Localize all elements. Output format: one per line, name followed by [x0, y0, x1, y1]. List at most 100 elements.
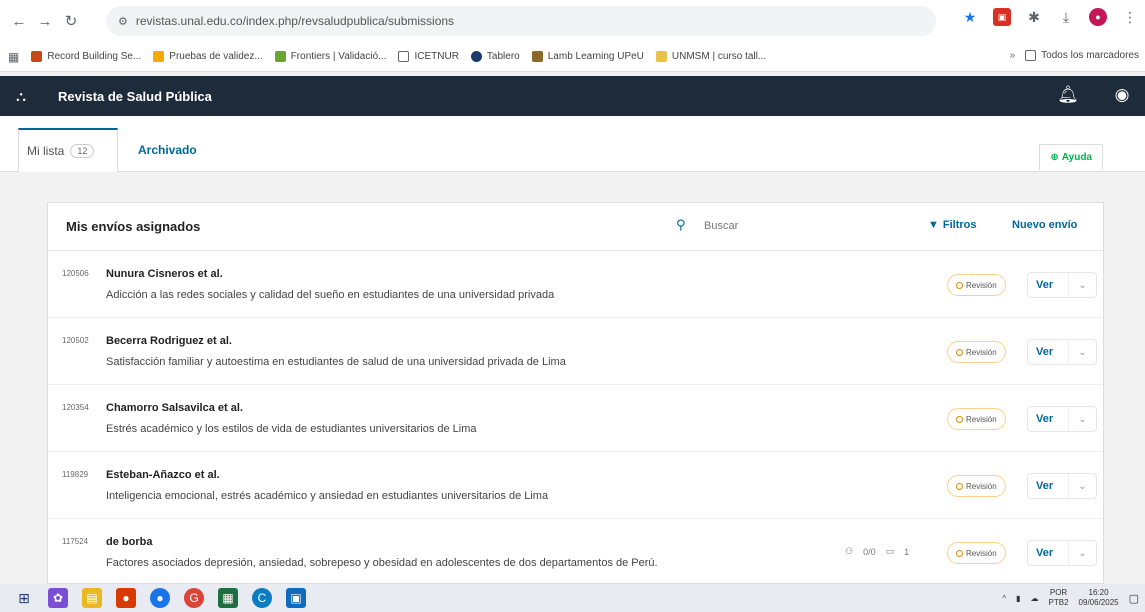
browser-toolbar: ← → ↻ ⚙ revistas.unal.edu.co/index.php/r… — [0, 0, 1145, 42]
submission-id: 119829 — [62, 470, 89, 479]
submission-title: Satisfacción familiar y autoestima en es… — [106, 356, 566, 368]
submission-title: Inteligencia emocional, estrés académico… — [106, 490, 549, 502]
tray-chevron-icon[interactable]: ^ — [1002, 594, 1006, 603]
reviews-count: 0/0 — [863, 546, 876, 557]
discussions-count: 1 — [904, 546, 910, 557]
bookmark-favicon-icon — [470, 51, 482, 62]
app-header: ⛬ Revista de Salud Pública 🔔︎ ◉ — [0, 76, 1145, 116]
view-button-group: Ver ⌄ — [1027, 406, 1097, 432]
extensions-icon[interactable]: ✱ — [1025, 8, 1043, 26]
journal-title[interactable]: Revista de Salud Pública — [58, 89, 212, 104]
network-icon[interactable]: ▮ — [1016, 594, 1020, 603]
view-button-group: Ver ⌄ — [1027, 339, 1097, 365]
filters-button[interactable]: ▼ Filtros — [928, 219, 977, 231]
office-icon[interactable]: ● — [116, 588, 136, 608]
status-badge: Revisión — [947, 341, 1006, 363]
all-bookmarks-folder[interactable]: Todos los marcadores — [1025, 50, 1139, 61]
chevron-down-icon[interactable]: ⌄ — [1068, 541, 1096, 565]
submission-author: Nunura Cisneros et al. — [106, 268, 223, 280]
view-button[interactable]: Ver — [1028, 346, 1068, 358]
menu-icon[interactable]: ⋮ — [1121, 8, 1139, 26]
user-icon[interactable]: ◉ — [1111, 84, 1133, 106]
sitemap-icon[interactable]: ⛬ — [6, 76, 36, 116]
panel-title: Mis envíos asignados — [66, 219, 201, 234]
status-badge: Revisión — [947, 408, 1006, 430]
list-item: 119829 Esteban-Añazco et al. Inteligenci… — [48, 452, 1103, 519]
status-badge: Revisión — [947, 274, 1006, 296]
view-button[interactable]: Ver — [1028, 413, 1068, 425]
view-button[interactable]: Ver — [1028, 480, 1068, 492]
search-icon[interactable]: ⚲ — [676, 217, 690, 232]
windows-start-icon[interactable]: ⊞ — [14, 588, 34, 608]
bookmark-favicon-icon — [153, 51, 165, 62]
folder-icon — [1025, 50, 1037, 61]
extension-pdf-icon[interactable]: ▣ — [993, 8, 1011, 26]
file-explorer-icon[interactable]: ▤ — [82, 588, 102, 608]
main-content: Mi lista 12 Archivado ⊕ Ayuda Mis envíos… — [0, 116, 1145, 586]
forward-icon[interactable]: → — [32, 8, 58, 34]
bookmark-item[interactable]: Frontiers | Validació... — [274, 51, 386, 62]
chevron-down-icon[interactable]: ⌄ — [1068, 474, 1096, 498]
chrome-profile-icon[interactable]: G — [184, 588, 204, 608]
download-icon[interactable]: ⤓ — [1057, 8, 1075, 26]
cloud-icon[interactable]: ☁ — [1031, 594, 1039, 603]
view-button[interactable]: Ver — [1028, 547, 1068, 559]
bookmark-favicon-icon — [274, 51, 286, 62]
submission-indicators: ⚇ 0/0 ▭ 1 — [845, 546, 909, 557]
bookmark-star-icon[interactable]: ★ — [961, 8, 979, 26]
status-dot-icon — [956, 348, 963, 356]
bookmark-item[interactable]: Lamb Learning UPeU — [531, 51, 644, 62]
bookmarks-overflow-icon[interactable]: » — [1010, 50, 1016, 61]
url-text: revistas.unal.edu.co/index.php/revsaludp… — [135, 14, 455, 28]
status-dot-icon — [956, 549, 963, 557]
reviewers-icon: ⚇ — [845, 546, 854, 556]
site-info-icon[interactable]: ⚙ — [118, 15, 128, 28]
bookmark-item[interactable]: UNMSM | curso tall... — [655, 51, 766, 62]
filters-label: Filtros — [942, 219, 977, 231]
address-bar[interactable]: ⚙ revistas.unal.edu.co/index.php/revsalu… — [106, 6, 936, 36]
chevron-down-icon[interactable]: ⌄ — [1068, 273, 1096, 297]
bookmark-favicon-icon — [31, 51, 43, 62]
view-button-group: Ver ⌄ — [1027, 473, 1097, 499]
edge-icon[interactable]: C — [252, 588, 272, 608]
notifications-icon[interactable]: ▢ — [1129, 592, 1139, 605]
outlook-icon[interactable]: ▣ — [286, 588, 306, 608]
bell-icon[interactable]: 🔔︎ — [1057, 84, 1079, 106]
bookmarks-bar: ▦ Record Building Se... Pruebas de valid… — [0, 42, 1145, 72]
bookmark-item[interactable]: Pruebas de validez... — [153, 51, 263, 62]
bookmark-folder[interactable]: ICETNUR — [398, 51, 459, 62]
bookmark-item[interactable]: Record Building Se... — [31, 51, 141, 62]
list-item: 120354 Chamorro Salsavilca et al. Estrés… — [48, 385, 1103, 452]
status-dot-icon — [956, 415, 963, 423]
bookmark-item[interactable]: Tablero — [470, 51, 520, 62]
status-dot-icon — [956, 281, 963, 289]
tab-archived[interactable]: Archivado — [138, 128, 197, 172]
chevron-down-icon[interactable]: ⌄ — [1068, 407, 1096, 431]
help-button[interactable]: ⊕ Ayuda — [1039, 144, 1103, 170]
chrome-icon[interactable]: ● — [150, 588, 170, 608]
submission-author: Esteban-Añazco et al. — [106, 469, 220, 481]
clock[interactable]: 16:20 09/06/2025 — [1079, 588, 1119, 608]
reload-icon[interactable]: ↻ — [58, 8, 84, 34]
help-icon: ⊕ — [1050, 152, 1059, 163]
chevron-down-icon[interactable]: ⌄ — [1068, 340, 1096, 364]
list-item: 117524 de borba Factores asociados depre… — [48, 519, 1103, 586]
back-icon[interactable]: ← — [6, 8, 32, 34]
tab-my-list-label: Mi lista — [27, 144, 65, 158]
folder-icon — [398, 51, 410, 62]
search-input[interactable] — [704, 215, 904, 237]
new-submission-link[interactable]: Nuevo envío — [1012, 219, 1077, 231]
tab-my-list[interactable]: Mi lista 12 — [18, 128, 118, 172]
apps-grid-icon[interactable]: ▦ — [8, 50, 19, 64]
excel-icon[interactable]: ▦ — [218, 588, 238, 608]
submission-id: 120506 — [62, 269, 89, 278]
windows-taskbar: ⊞ ✿ ▤ ● ● G ▦ C ▣ ^ ▮ ☁ POR PTB2 16:20 09/… — [0, 584, 1145, 612]
profile-avatar[interactable]: ● — [1089, 8, 1107, 26]
view-button[interactable]: Ver — [1028, 279, 1068, 291]
submission-title: Adicción a las redes sociales y calidad … — [106, 289, 555, 301]
tab-count-badge: 12 — [70, 144, 95, 158]
bookmark-favicon-icon — [531, 51, 543, 62]
status-badge: Revisión — [947, 542, 1006, 564]
widget-icon[interactable]: ✿ — [48, 588, 68, 608]
input-language[interactable]: POR PTB2 — [1049, 588, 1069, 608]
